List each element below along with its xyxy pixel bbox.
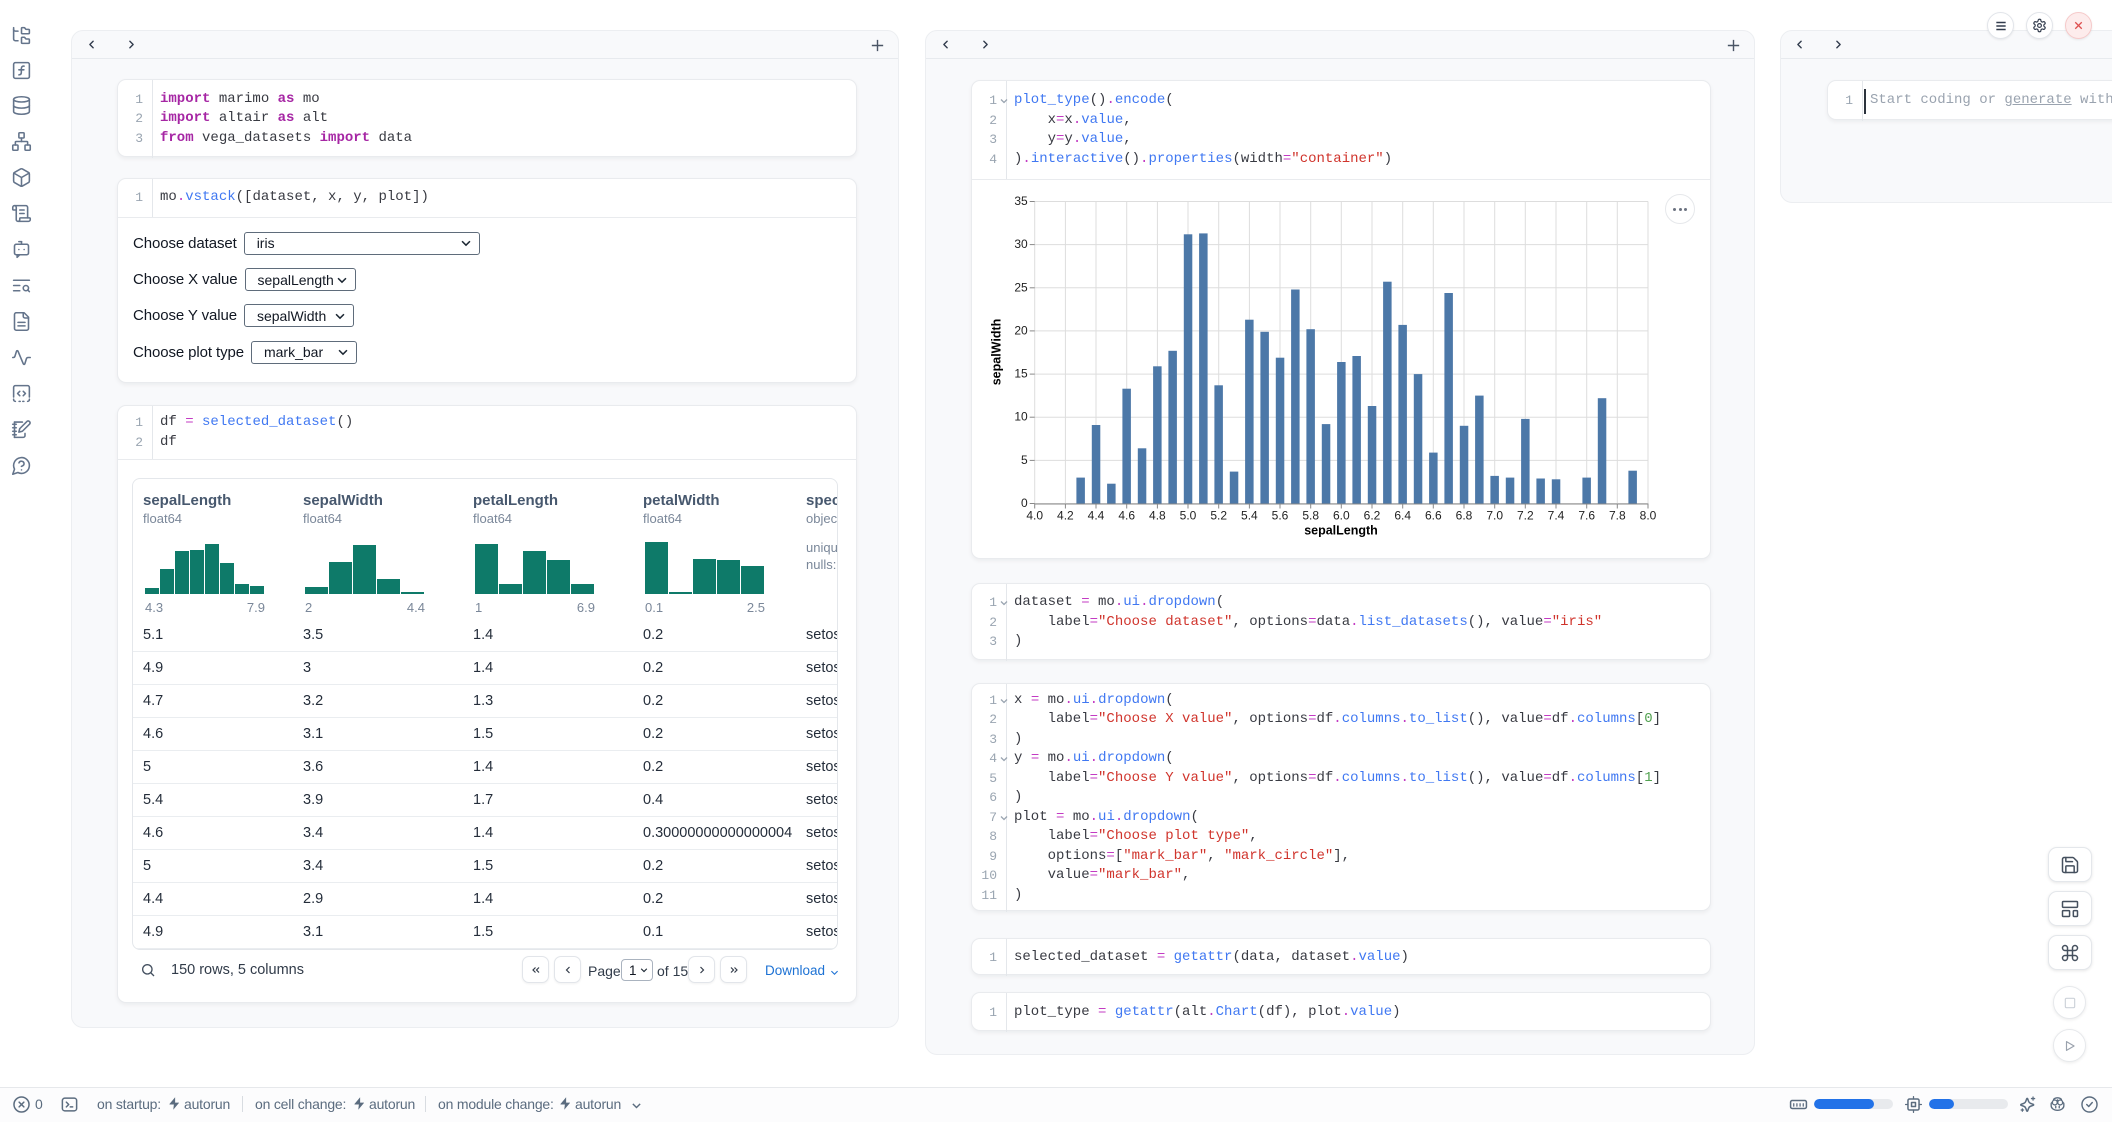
- svg-text:6.0: 6.0: [1333, 509, 1350, 523]
- svg-text:6.2: 6.2: [1364, 509, 1381, 523]
- svg-text:5: 5: [1021, 453, 1028, 467]
- svg-text:0: 0: [1021, 496, 1028, 510]
- svg-text:sepalLength: sepalLength: [1304, 524, 1378, 538]
- svg-text:35: 35: [1014, 194, 1028, 208]
- svg-text:10: 10: [1014, 410, 1028, 424]
- svg-text:6.6: 6.6: [1425, 509, 1442, 523]
- svg-text:7.2: 7.2: [1517, 509, 1534, 523]
- svg-text:15: 15: [1014, 367, 1028, 381]
- svg-text:5.4: 5.4: [1241, 509, 1258, 523]
- svg-text:20: 20: [1014, 323, 1028, 337]
- svg-text:7.0: 7.0: [1486, 509, 1503, 523]
- svg-text:4.2: 4.2: [1057, 509, 1074, 523]
- svg-text:6.4: 6.4: [1394, 509, 1411, 523]
- svg-text:7.6: 7.6: [1578, 509, 1595, 523]
- svg-text:7.8: 7.8: [1609, 509, 1626, 523]
- svg-text:4.0: 4.0: [1026, 509, 1043, 523]
- svg-text:4.4: 4.4: [1088, 509, 1105, 523]
- svg-text:sepalWidth: sepalWidth: [990, 319, 1004, 386]
- svg-text:5.2: 5.2: [1210, 509, 1227, 523]
- svg-text:7.4: 7.4: [1548, 509, 1565, 523]
- svg-text:6.8: 6.8: [1456, 509, 1473, 523]
- svg-text:5.6: 5.6: [1272, 509, 1289, 523]
- svg-text:5.0: 5.0: [1180, 509, 1197, 523]
- svg-text:4.6: 4.6: [1118, 509, 1135, 523]
- svg-text:30: 30: [1014, 237, 1028, 251]
- svg-text:5.8: 5.8: [1302, 509, 1319, 523]
- svg-text:25: 25: [1014, 280, 1028, 294]
- svg-text:4.8: 4.8: [1149, 509, 1166, 523]
- svg-text:8.0: 8.0: [1640, 509, 1657, 523]
